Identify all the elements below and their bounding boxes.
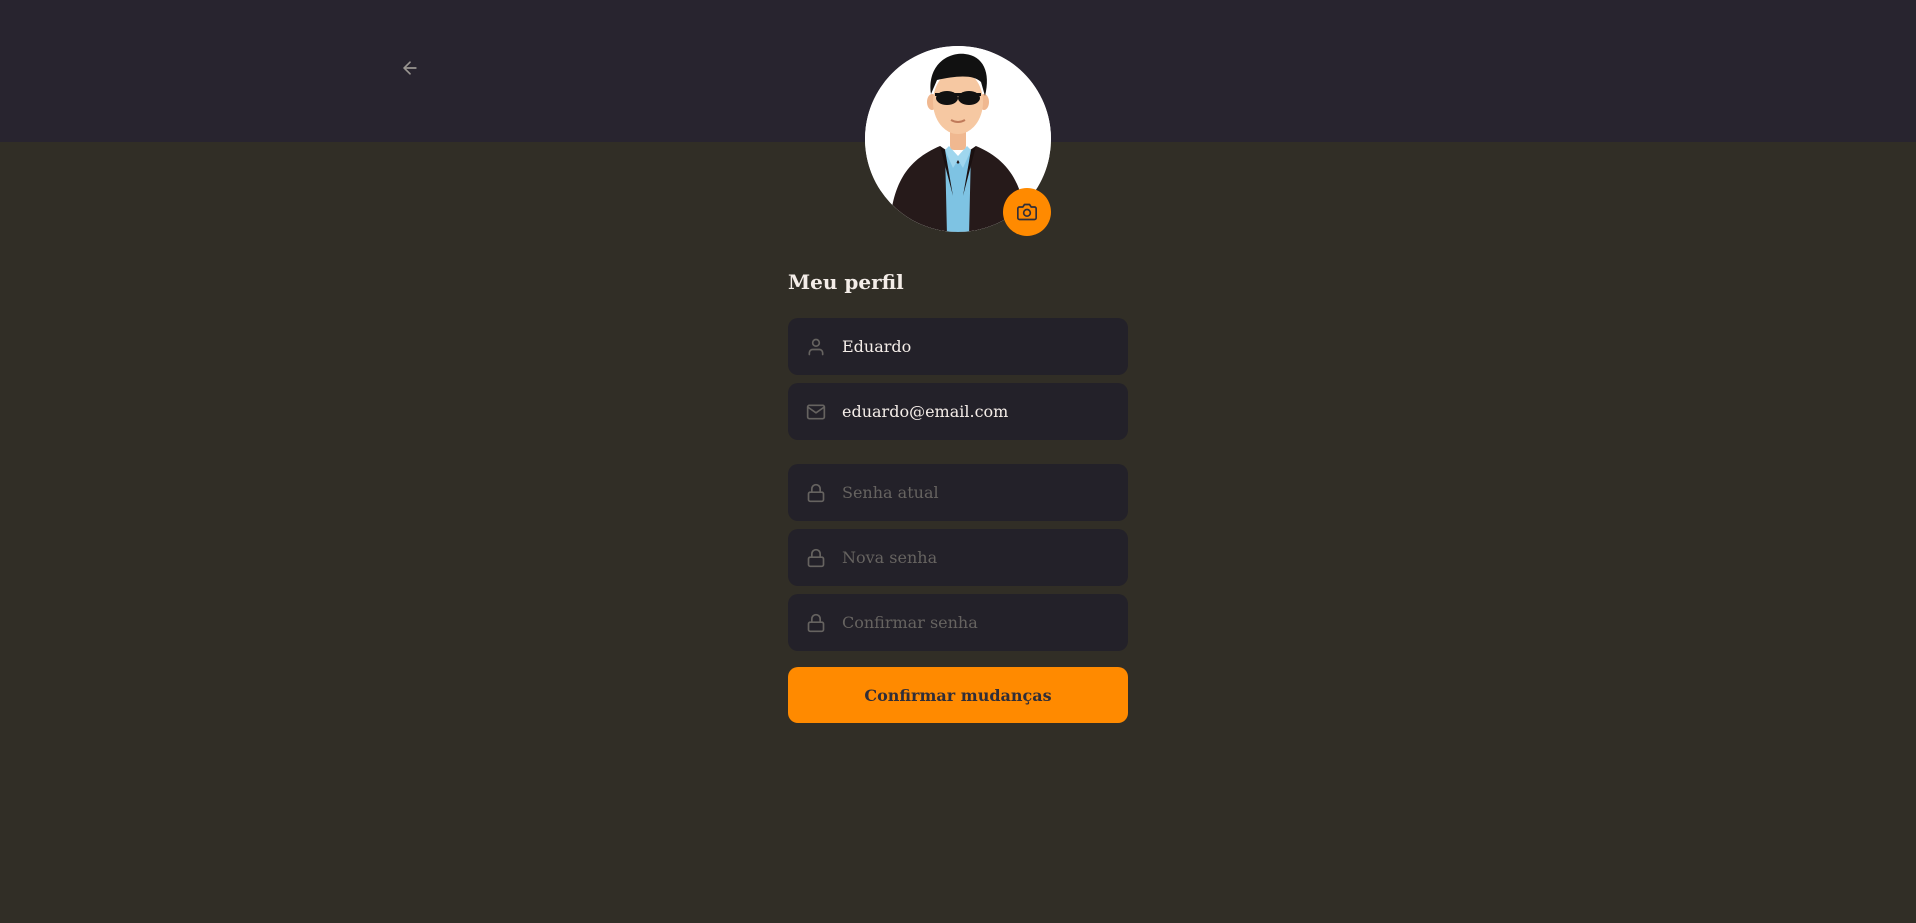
confirm-password-input[interactable] <box>842 594 1128 651</box>
name-input[interactable] <box>842 318 1128 375</box>
old-password-field <box>788 464 1128 521</box>
arrow-left-icon <box>403 61 417 75</box>
mail-icon <box>806 402 826 422</box>
confirm-changes-button[interactable]: Confirmar mudanças <box>788 667 1128 723</box>
email-field <box>788 383 1128 440</box>
old-password-input[interactable] <box>842 464 1128 521</box>
change-avatar-button[interactable] <box>1003 188 1051 236</box>
lock-icon <box>806 483 826 503</box>
lock-icon <box>806 613 826 633</box>
back-button[interactable] <box>396 56 424 80</box>
camera-icon <box>1017 203 1037 221</box>
email-input[interactable] <box>842 383 1128 440</box>
avatar-container <box>865 46 1051 236</box>
confirm-password-field <box>788 594 1128 651</box>
name-field <box>788 318 1128 375</box>
new-password-field <box>788 529 1128 586</box>
new-password-input[interactable] <box>842 529 1128 586</box>
lock-icon <box>806 548 826 568</box>
profile-form: Meu perfil Eduardo eduardo@email.com Con… <box>788 262 1128 723</box>
page-title: Meu perfil <box>788 270 904 294</box>
user-icon <box>806 337 826 357</box>
